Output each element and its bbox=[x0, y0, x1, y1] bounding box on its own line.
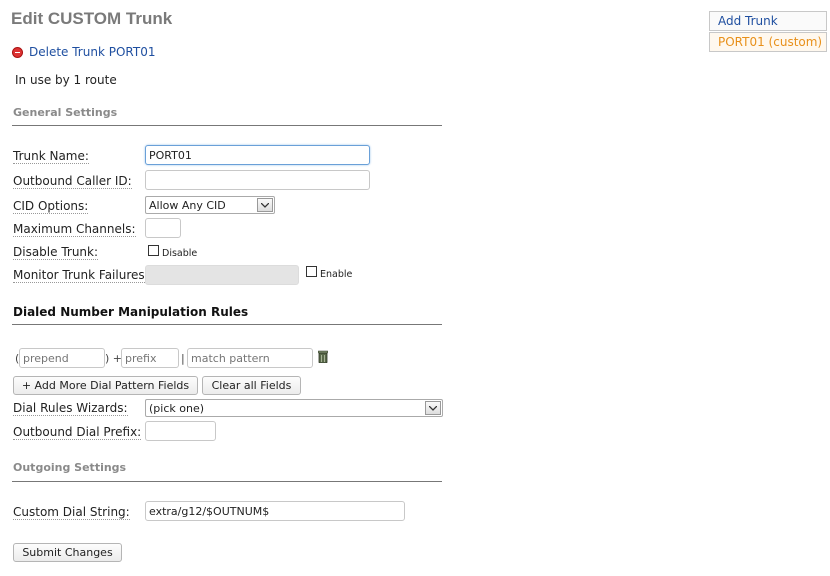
outbound-cid-input[interactable] bbox=[145, 170, 370, 190]
submit-changes-button[interactable]: Submit Changes bbox=[13, 543, 122, 562]
pipe-separator: | bbox=[181, 352, 185, 365]
section-divider bbox=[12, 481, 442, 482]
disable-text: Disable bbox=[162, 248, 198, 259]
delete-trunk-label[interactable]: Delete Trunk PORT01 bbox=[29, 45, 155, 59]
add-dial-pattern-button[interactable]: + Add More Dial Pattern Fields bbox=[13, 376, 198, 395]
dial-rules-wizards-value: (pick one) bbox=[149, 401, 205, 415]
disable-trunk-label: Disable Trunk: bbox=[13, 245, 99, 260]
delete-trunk-link[interactable]: Delete Trunk PORT01 bbox=[12, 45, 155, 59]
disable-trunk-checkbox[interactable] bbox=[148, 245, 159, 256]
dial-rules-heading: Dialed Number Manipulation Rules bbox=[13, 305, 249, 319]
trunk-name-label: Trunk Name: bbox=[13, 149, 89, 164]
sidebar-item-add-trunk[interactable]: Add Trunk bbox=[709, 11, 827, 31]
outgoing-settings-heading: Outgoing Settings bbox=[13, 461, 127, 474]
chevron-down-icon bbox=[425, 401, 441, 415]
enable-text: Enable bbox=[320, 269, 353, 280]
custom-dial-string-input[interactable] bbox=[145, 501, 405, 521]
prepend-input[interactable] bbox=[19, 348, 105, 368]
general-settings-heading: General Settings bbox=[13, 106, 118, 119]
trunk-name-input[interactable] bbox=[145, 145, 370, 165]
disable-trunk-checkbox-group[interactable]: Disable bbox=[148, 245, 198, 259]
cid-options-label: CID Options: bbox=[13, 199, 89, 214]
monitor-trunk-input bbox=[145, 265, 299, 285]
dial-rules-wizards-select[interactable]: (pick one) bbox=[145, 399, 443, 417]
page-title: Edit CUSTOM Trunk bbox=[11, 9, 173, 28]
prefix-input[interactable] bbox=[121, 348, 179, 368]
chevron-down-icon bbox=[257, 198, 273, 212]
section-divider bbox=[12, 125, 442, 126]
in-use-text: In use by 1 route bbox=[15, 73, 117, 87]
sidebar-item-port01[interactable]: PORT01 (custom) bbox=[709, 32, 827, 52]
max-channels-label: Maximum Channels: bbox=[13, 222, 136, 237]
monitor-enable-group[interactable]: Enable bbox=[306, 266, 353, 280]
outbound-cid-label: Outbound Caller ID: bbox=[13, 174, 132, 189]
clear-all-fields-button[interactable]: Clear all Fields bbox=[202, 376, 301, 395]
max-channels-input[interactable] bbox=[145, 218, 181, 238]
outbound-dial-prefix-label: Outbound Dial Prefix: bbox=[13, 425, 142, 440]
monitor-trunk-label: Monitor Trunk Failures: bbox=[13, 268, 149, 283]
delete-icon bbox=[12, 46, 23, 58]
outbound-dial-prefix-input[interactable] bbox=[145, 421, 216, 441]
close-paren-plus: ) + bbox=[105, 352, 123, 365]
cid-options-value: Allow Any CID bbox=[149, 198, 226, 212]
dial-rules-wizards-label: Dial Rules Wizards: bbox=[13, 401, 128, 416]
trash-icon[interactable] bbox=[318, 350, 328, 363]
section-divider bbox=[12, 324, 442, 325]
match-pattern-input[interactable] bbox=[187, 348, 313, 368]
cid-options-select[interactable]: Allow Any CID bbox=[145, 196, 275, 214]
custom-dial-string-label: Custom Dial String: bbox=[13, 505, 130, 520]
monitor-enable-checkbox[interactable] bbox=[306, 266, 317, 277]
